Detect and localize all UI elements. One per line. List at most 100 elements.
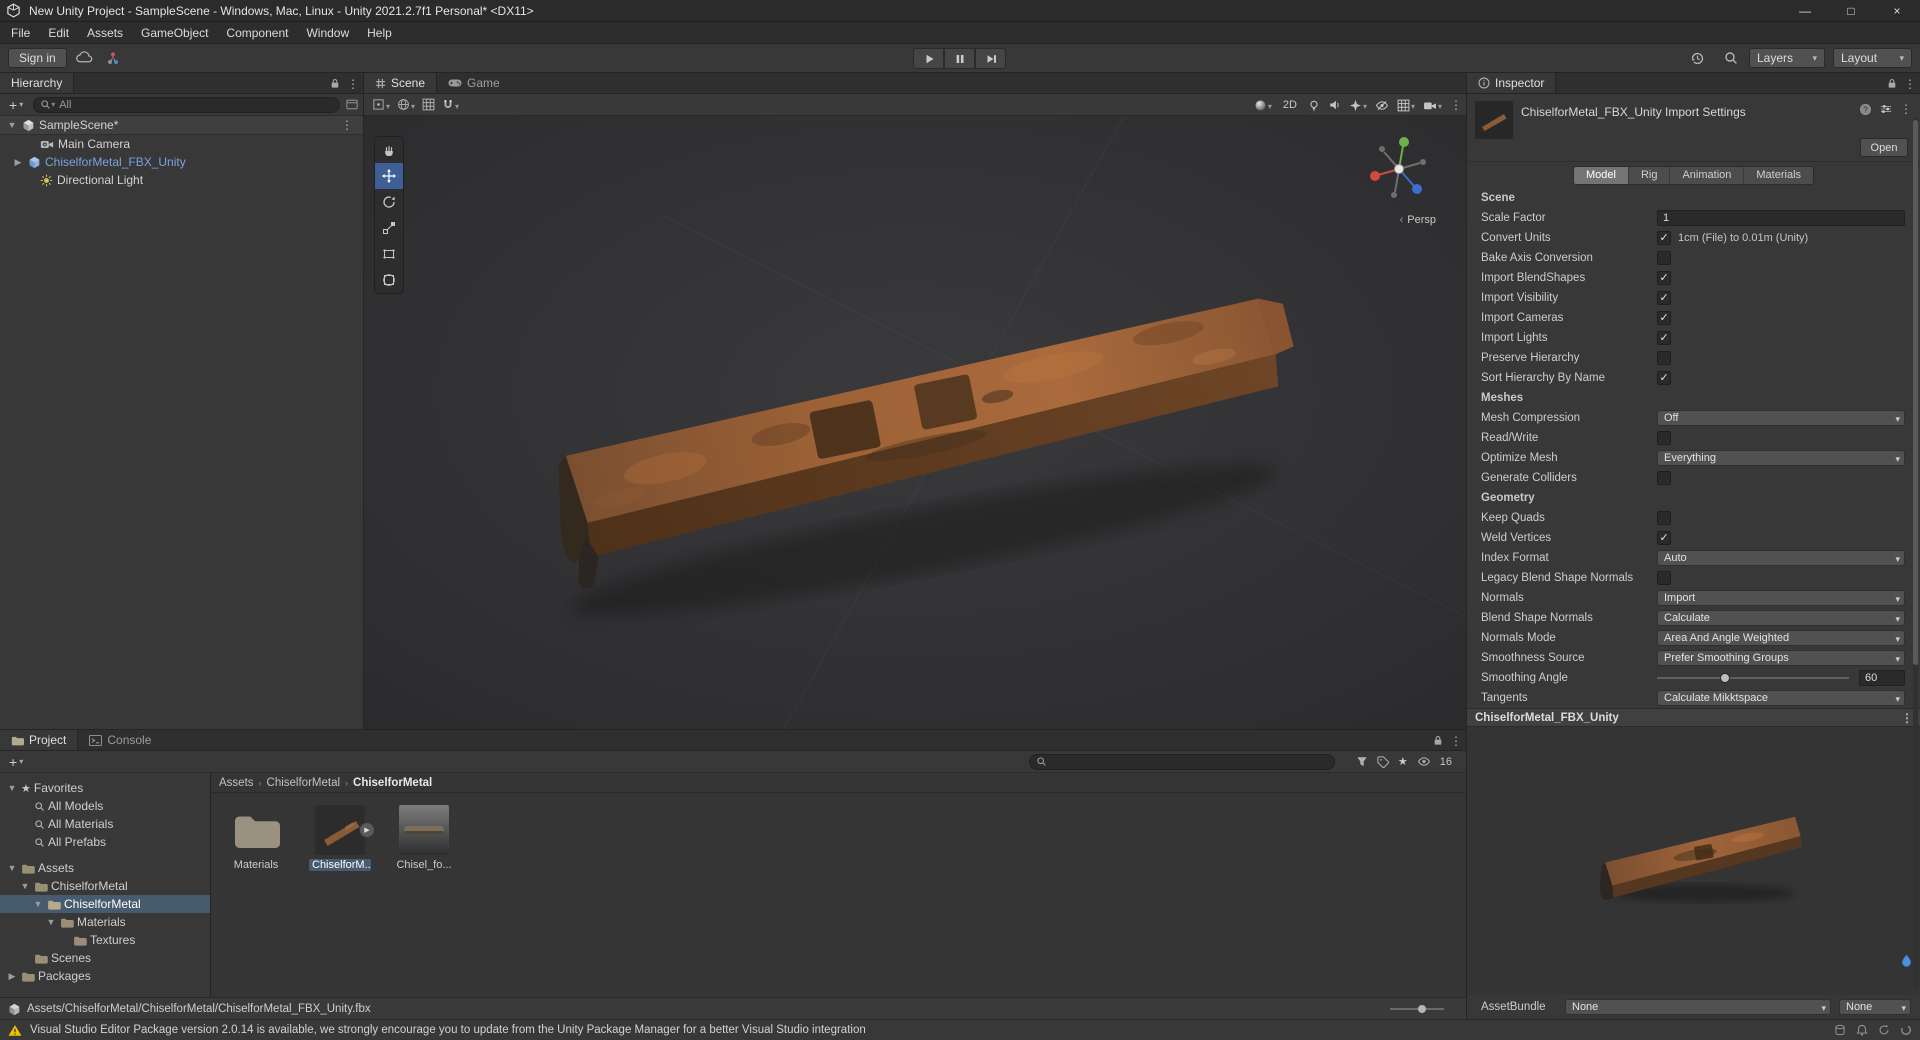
blendshape-normals-dropdown[interactable]: Calculate [1657, 610, 1905, 626]
orientation-gizmo[interactable] [1354, 124, 1444, 214]
index-format-dropdown[interactable]: Auto [1657, 550, 1905, 566]
normals-dropdown[interactable]: Import [1657, 590, 1905, 606]
refresh-sync-icon[interactable] [1878, 1024, 1890, 1036]
minimize-button[interactable]: — [1782, 0, 1828, 21]
generate-colliders-checkbox[interactable] [1657, 471, 1671, 485]
tree-item-scenes[interactable]: Scenes [0, 949, 210, 967]
menu-component[interactable]: Component [217, 22, 297, 44]
slider-thumb[interactable] [1720, 673, 1731, 683]
lock-icon[interactable] [1433, 735, 1443, 746]
scene-effects-dropdown[interactable] [1349, 98, 1367, 112]
panel-menu-icon[interactable] [1904, 77, 1916, 91]
maximize-button[interactable]: □ [1828, 0, 1874, 21]
pause-button[interactable] [944, 48, 975, 69]
layout-dropdown[interactable]: Layout [1833, 48, 1912, 68]
draw-mode-dropdown[interactable] [1254, 98, 1272, 112]
breadcrumb-current[interactable]: ChiselforMetal [353, 777, 432, 789]
tab-game[interactable]: Game [437, 73, 511, 93]
scene-panel-menu-icon[interactable] [1450, 98, 1462, 112]
layers-dropdown[interactable]: Layers [1749, 48, 1825, 68]
menu-window[interactable]: Window [297, 22, 358, 44]
project-search-input[interactable] [1029, 753, 1335, 770]
tree-item-all-models[interactable]: All Models [0, 797, 210, 815]
breadcrumb-chiselformetal[interactable]: ChiselforMetal [267, 777, 341, 789]
import-visibility-checkbox[interactable] [1657, 291, 1671, 305]
version-control-icon[interactable] [106, 51, 120, 65]
tab-animation[interactable]: Animation [1670, 166, 1745, 184]
normals-mode-dropdown[interactable]: Area And Angle Weighted [1657, 630, 1905, 646]
import-blendshapes-checkbox[interactable] [1657, 271, 1671, 285]
bake-axis-conversion-checkbox[interactable] [1657, 251, 1671, 265]
asset-chiselformetal-fbx[interactable]: ▶ ChiselforM... [309, 805, 375, 871]
import-lights-checkbox[interactable] [1657, 331, 1671, 345]
save-search-star-icon[interactable] [1398, 755, 1408, 768]
hierarchy-item-main-camera[interactable]: Main Camera [0, 135, 363, 153]
panel-menu-icon[interactable] [347, 77, 359, 91]
tab-scene[interactable]: Scene [364, 73, 438, 93]
tree-item-favorites[interactable]: Favorites [0, 779, 210, 797]
tab-materials[interactable]: Materials [1744, 167, 1813, 184]
preserve-hierarchy-checkbox[interactable] [1657, 351, 1671, 365]
panel-menu-icon[interactable] [1450, 734, 1462, 748]
asset-chisel-material[interactable]: Chisel_fo... [393, 805, 455, 871]
tree-item-assets[interactable]: Assets [0, 859, 210, 877]
smoothness-source-dropdown[interactable]: Prefer Smoothing Groups [1657, 650, 1905, 666]
hand-tool-button[interactable] [375, 137, 403, 163]
scene-lighting-toggle-icon[interactable] [1308, 99, 1320, 112]
preview-settings-icon[interactable] [1900, 954, 1913, 967]
grid-snap-icon[interactable] [422, 98, 435, 111]
sort-hierarchy-checkbox[interactable] [1657, 371, 1671, 385]
tab-project[interactable]: Project [0, 730, 79, 750]
scene-camera-dropdown[interactable] [1423, 98, 1442, 112]
tab-hierarchy[interactable]: Hierarchy [0, 73, 75, 93]
hierarchy-item-directional-light[interactable]: Directional Light [0, 171, 363, 189]
mesh-compression-dropdown[interactable]: Off [1657, 410, 1905, 426]
scale-tool-button[interactable] [375, 215, 403, 241]
tangents-dropdown[interactable]: Calculate Mikktspace [1657, 690, 1905, 706]
cloud-services-icon[interactable] [76, 51, 93, 63]
weld-vertices-checkbox[interactable] [1657, 531, 1671, 545]
tree-item-packages[interactable]: Packages [0, 967, 210, 985]
perspective-label[interactable]: ‹ Persp [1400, 214, 1436, 226]
smoothing-angle-value[interactable]: 60 [1859, 670, 1905, 686]
undo-history-icon[interactable] [1690, 51, 1705, 66]
smoothing-angle-slider[interactable] [1657, 673, 1849, 683]
zoom-slider-thumb[interactable] [1418, 1005, 1426, 1013]
open-search-window-icon[interactable] [346, 99, 358, 110]
step-button[interactable] [975, 48, 1006, 69]
asset-materials-folder[interactable]: Materials [225, 805, 287, 871]
scene-visibility-toggle-icon[interactable] [1375, 100, 1389, 111]
lock-icon[interactable] [330, 78, 340, 89]
scale-factor-input[interactable]: 1 [1657, 210, 1905, 226]
preview-menu-icon[interactable] [1901, 711, 1913, 725]
tree-item-all-prefabs[interactable]: All Prefabs [0, 833, 210, 851]
hierarchy-search-input[interactable]: All [33, 96, 340, 113]
search-by-type-icon[interactable] [1356, 756, 1368, 768]
tree-item-all-materials[interactable]: All Materials [0, 815, 210, 833]
search-by-label-icon[interactable] [1377, 755, 1389, 768]
tree-item-materials[interactable]: Materials [0, 913, 210, 931]
search-filter-icon[interactable] [40, 99, 55, 110]
close-button[interactable]: × [1874, 0, 1920, 21]
menu-file[interactable]: File [2, 22, 39, 44]
inspector-scrollbar-thumb[interactable] [1913, 120, 1918, 665]
tool-handle-rotation-dropdown[interactable] [397, 98, 415, 112]
menu-gameobject[interactable]: GameObject [132, 22, 217, 44]
play-button[interactable] [913, 48, 944, 69]
assetbundle-dropdown[interactable]: None [1565, 999, 1831, 1015]
presets-icon[interactable] [1880, 103, 1892, 115]
optimize-mesh-dropdown[interactable]: Everything [1657, 450, 1905, 466]
lock-icon[interactable] [1887, 78, 1897, 89]
read-write-checkbox[interactable] [1657, 431, 1671, 445]
help-icon[interactable]: ? [1859, 103, 1872, 116]
gizmo-collapse-icon[interactable]: ‹ [1400, 214, 1404, 226]
thumbnail-zoom-slider[interactable] [1390, 1005, 1444, 1013]
2d-toggle[interactable]: 2D [1280, 98, 1300, 112]
transform-tool-button[interactable] [375, 267, 403, 293]
search-icon[interactable] [1724, 51, 1738, 65]
foldout-icon[interactable] [6, 120, 18, 130]
snap-increment-dropdown[interactable] [442, 98, 459, 112]
scene-3d-viewport[interactable]: ‹ Persp [364, 116, 1466, 729]
tab-inspector[interactable]: Inspector [1467, 73, 1557, 93]
keep-quads-checkbox[interactable] [1657, 511, 1671, 525]
